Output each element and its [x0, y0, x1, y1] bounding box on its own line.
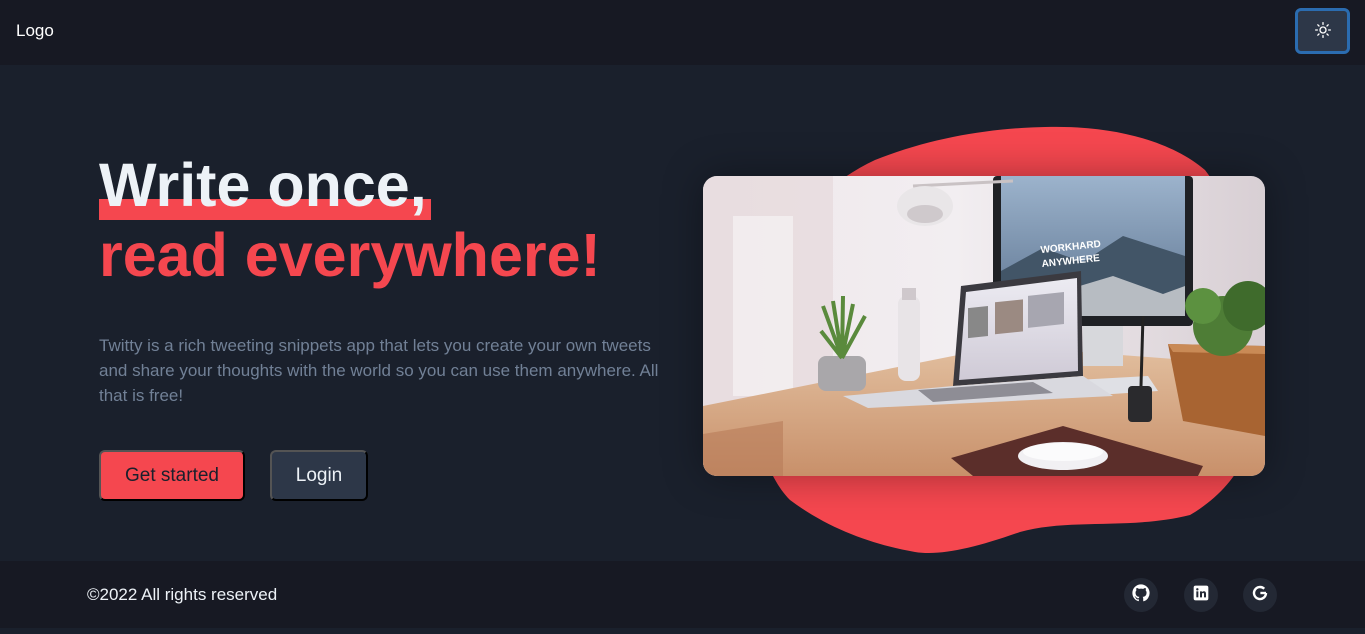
hero-title-line1: Write once,	[99, 151, 431, 220]
linkedin-icon	[1193, 585, 1209, 606]
github-icon	[1132, 583, 1150, 607]
header: Logo	[0, 0, 1365, 65]
theme-toggle-button[interactable]	[1295, 8, 1350, 54]
hero-image: WORKHARD ANYWHERE	[703, 176, 1265, 476]
hero-description: Twitty is a rich tweeting snippets app t…	[99, 336, 659, 405]
get-started-button[interactable]: Get started	[99, 450, 245, 501]
copyright-text: ©2022 All rights reserved	[87, 585, 278, 604]
logo[interactable]: Logo	[16, 21, 54, 41]
hero-title: Write once, read everywhere!	[99, 150, 601, 290]
login-button[interactable]: Login	[270, 450, 368, 501]
linkedin-link[interactable]	[1184, 578, 1218, 612]
hero-title-line2: read everywhere!	[99, 221, 601, 289]
google-icon	[1251, 584, 1269, 607]
google-link[interactable]	[1243, 578, 1277, 612]
github-link[interactable]	[1124, 578, 1158, 612]
sun-icon	[1314, 21, 1331, 41]
footer: ©2022 All rights reserved	[0, 561, 1365, 628]
